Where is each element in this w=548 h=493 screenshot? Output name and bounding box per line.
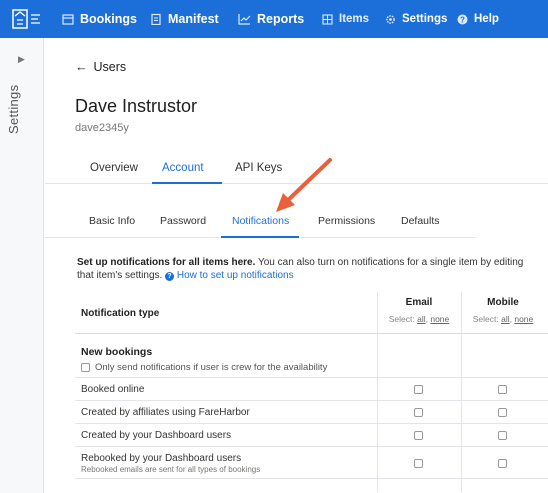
row-label: Created by affiliates using FareHarbor [81,407,250,418]
email-select-controls: Select: all, none [388,314,450,324]
gear-icon [386,14,395,24]
mobile-select-controls: Select: all, none [472,314,534,324]
help-setup-link[interactable]: How to set up notifications [177,270,294,281]
crew-only-label: Only send notifications if user is crew … [95,362,328,373]
main-content: ← Users Dave Instrustor dave2345y Overvie… [45,38,548,493]
new-bookings-group: New bookings Only send notifications if … [75,334,548,378]
calendar-icon [62,14,74,25]
clipboard-icon [151,13,161,25]
fareharbor-logo-icon[interactable] [10,7,44,31]
tab-api-keys[interactable]: API Keys [235,162,282,174]
notification-type-header: Notification type [81,308,160,319]
row-label: Created by your Dashboard users [81,430,232,441]
mobile-select-none-link[interactable]: none [514,314,533,324]
nav-help[interactable]: ? Help [457,0,499,38]
subtab-notifications[interactable]: Notifications [232,215,289,227]
email-checkbox[interactable] [414,431,423,440]
nav-bookings[interactable]: Bookings [62,0,137,38]
nav-help-label: Help [474,13,499,25]
active-tab-indicator [152,182,222,184]
nav-items[interactable]: Items [322,0,369,38]
intro-bold-text: Set up notifications for all items here. [77,257,256,268]
table-row: Rebooked by your Dashboard users Rebooke… [75,447,548,479]
mobile-select-all-link[interactable]: all [501,314,510,324]
subtab-basic-info[interactable]: Basic Info [89,215,135,227]
subtab-defaults[interactable]: Defaults [401,215,440,227]
nav-bookings-label: Bookings [80,12,137,26]
email-checkbox[interactable] [414,408,423,417]
nav-settings[interactable]: Settings [385,0,447,38]
nav-items-label: Items [339,13,370,25]
back-label: Users [93,60,127,74]
account-tabs: Overview Account API Keys [45,158,548,184]
question-icon: ? [165,272,175,281]
expand-rail-icon[interactable]: ▶ [18,54,25,65]
help-icon: ? [457,14,468,24]
mobile-checkbox[interactable] [498,408,507,417]
row-sublabel: Rebooked emails are sent for all types o… [81,465,261,474]
crew-only-checkbox[interactable] [81,363,90,372]
active-subtab-indicator [221,236,299,238]
grid-icon [322,13,333,25]
subtab-password[interactable]: Password [160,215,206,227]
notifications-intro: Set up notifications for all items here.… [77,256,537,282]
user-name-title: Dave Instrustor [75,96,198,116]
nav-settings-label: Settings [402,13,448,25]
table-row: Created by affiliates using FareHarbor [75,401,548,424]
svg-text:?: ? [460,15,465,24]
tab-account[interactable]: Account [162,162,204,174]
table-header: Notification type Email Select: all, non… [75,292,548,492]
settings-side-rail: ▶ Settings [0,38,44,493]
back-to-users-link[interactable]: ← Users [75,60,126,74]
email-select-none-link[interactable]: none [430,314,449,324]
nav-reports[interactable]: Reports [238,0,304,38]
mobile-checkbox[interactable] [498,459,507,468]
rail-settings-label[interactable]: Settings [6,85,21,134]
chart-icon [238,14,251,25]
email-column-header: Email [405,297,433,308]
row-label: Booked online [81,384,145,395]
mobile-checkbox[interactable] [498,431,507,440]
top-navigation-bar: Bookings Manifest Reports Items Settings… [0,0,548,38]
nav-manifest-label: Manifest [168,12,219,26]
back-arrow-icon: ← [75,60,88,74]
table-row: Created by your Dashboard users [75,424,548,447]
select-prefix: Select: [472,314,499,324]
email-checkbox[interactable] [414,459,423,468]
email-select-all-link[interactable]: all [417,314,426,324]
mobile-checkbox[interactable] [498,385,507,394]
mobile-column-header: Mobile [487,297,519,308]
crew-only-option[interactable]: Only send notifications if user is crew … [81,362,327,373]
tab-overview[interactable]: Overview [90,162,138,174]
user-handle: dave2345y [75,122,129,134]
group-title: New bookings [81,346,153,358]
table-row: Booked online [75,378,548,401]
subtab-permissions[interactable]: Permissions [318,215,375,227]
email-checkbox[interactable] [414,385,423,394]
nav-reports-label: Reports [257,12,305,26]
nav-manifest[interactable]: Manifest [150,0,219,38]
row-label: Rebooked by your Dashboard users [81,453,242,464]
select-prefix: Select: [388,314,415,324]
account-subtabs: Basic Info Password Notifications Permis… [45,210,475,238]
